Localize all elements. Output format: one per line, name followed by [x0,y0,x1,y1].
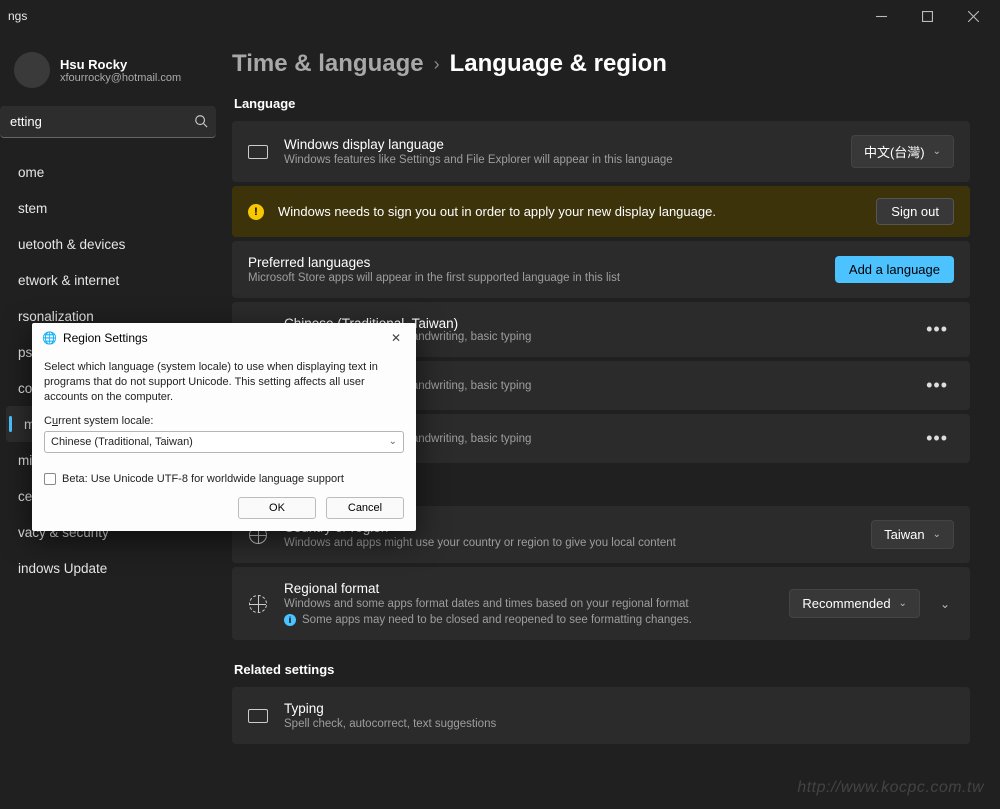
more-button[interactable]: ••• [920,375,954,396]
chevron-down-icon: ⌄ [933,529,941,540]
chevron-down-icon: ⌄ [899,598,907,609]
display-language-title: Windows display language [284,137,835,152]
country-select[interactable]: Taiwan ⌄ [871,520,954,549]
typing-card[interactable]: Typing Spell check, autocorrect, text su… [232,687,970,744]
signout-banner: ! Windows needs to sign you out in order… [232,186,970,237]
profile-name: Hsu Rocky [60,57,181,72]
beta-utf8-checkbox[interactable] [44,473,56,485]
display-language-card: Windows display language Windows feature… [232,121,970,182]
dialog-title: Region Settings [63,331,148,345]
search-input[interactable] [0,106,216,138]
beta-label: Beta: Use Unicode UTF-8 for worldwide la… [62,473,344,485]
breadcrumb-current: Language & region [450,50,667,78]
warning-icon: ! [248,204,264,220]
more-button[interactable]: ••• [920,428,954,449]
sidebar-item[interactable]: etwork & internet [6,262,220,298]
globe-icon: 🌐 [42,331,57,345]
more-button[interactable]: ••• [920,319,954,340]
sidebar-item[interactable]: indows Update [6,550,220,586]
search-box[interactable] [0,106,216,138]
section-language: Language [234,96,970,111]
display-language-sub: Windows features like Settings and File … [284,154,835,166]
cancel-button[interactable]: Cancel [326,497,404,519]
maximize-button[interactable] [904,0,950,32]
ok-button[interactable]: OK [238,497,316,519]
expand-button[interactable]: ⌄ [936,597,954,611]
sign-out-button[interactable]: Sign out [876,198,954,225]
window-title: ngs [8,9,27,23]
profile-email: xfourrocky@hotmail.com [60,72,181,84]
avatar [14,52,50,88]
close-button[interactable] [950,0,996,32]
sidebar-item[interactable]: stem [6,190,220,226]
minimize-button[interactable] [858,0,904,32]
chevron-right-icon: › [434,54,440,75]
window-controls [858,0,996,32]
keyboard-icon [248,709,268,723]
format-icon [248,595,268,613]
search-icon [194,114,208,133]
add-language-button[interactable]: Add a language [835,256,954,283]
chevron-down-icon: ⌄ [389,436,397,447]
section-related: Related settings [234,662,970,677]
titlebar: ngs [0,0,1000,32]
breadcrumb: Time & language › Language & region [232,50,970,78]
sidebar-item[interactable]: uetooth & devices [6,226,220,262]
preferred-title: Preferred languages [248,255,819,270]
locale-select[interactable]: Chinese (Traditional, Taiwan) ⌄ [44,431,404,453]
dialog-description: Select which language (system locale) to… [44,360,404,405]
profile[interactable]: Hsu Rocky xfourrocky@hotmail.com [0,46,226,102]
format-select[interactable]: Recommended ⌄ [789,589,920,618]
locale-label: Current system locale: [44,415,404,427]
preferred-languages-card: Preferred languages Microsoft Store apps… [232,241,970,298]
chevron-down-icon: ⌄ [933,146,941,157]
breadcrumb-parent[interactable]: Time & language [232,50,424,78]
monitor-icon [248,145,268,159]
preferred-sub: Microsoft Store apps will appear in the … [248,272,819,284]
info-icon: i [284,614,296,626]
banner-message: Windows needs to sign you out in order t… [278,204,862,219]
region-settings-dialog: 🌐 Region Settings ✕ Select which languag… [32,323,416,531]
regional-format-card: Regional format Windows and some apps fo… [232,567,970,640]
dialog-close-button[interactable]: ✕ [386,331,406,345]
sidebar-item[interactable]: ome [6,154,220,190]
display-language-select[interactable]: 中文(台灣) ⌄ [851,135,954,168]
